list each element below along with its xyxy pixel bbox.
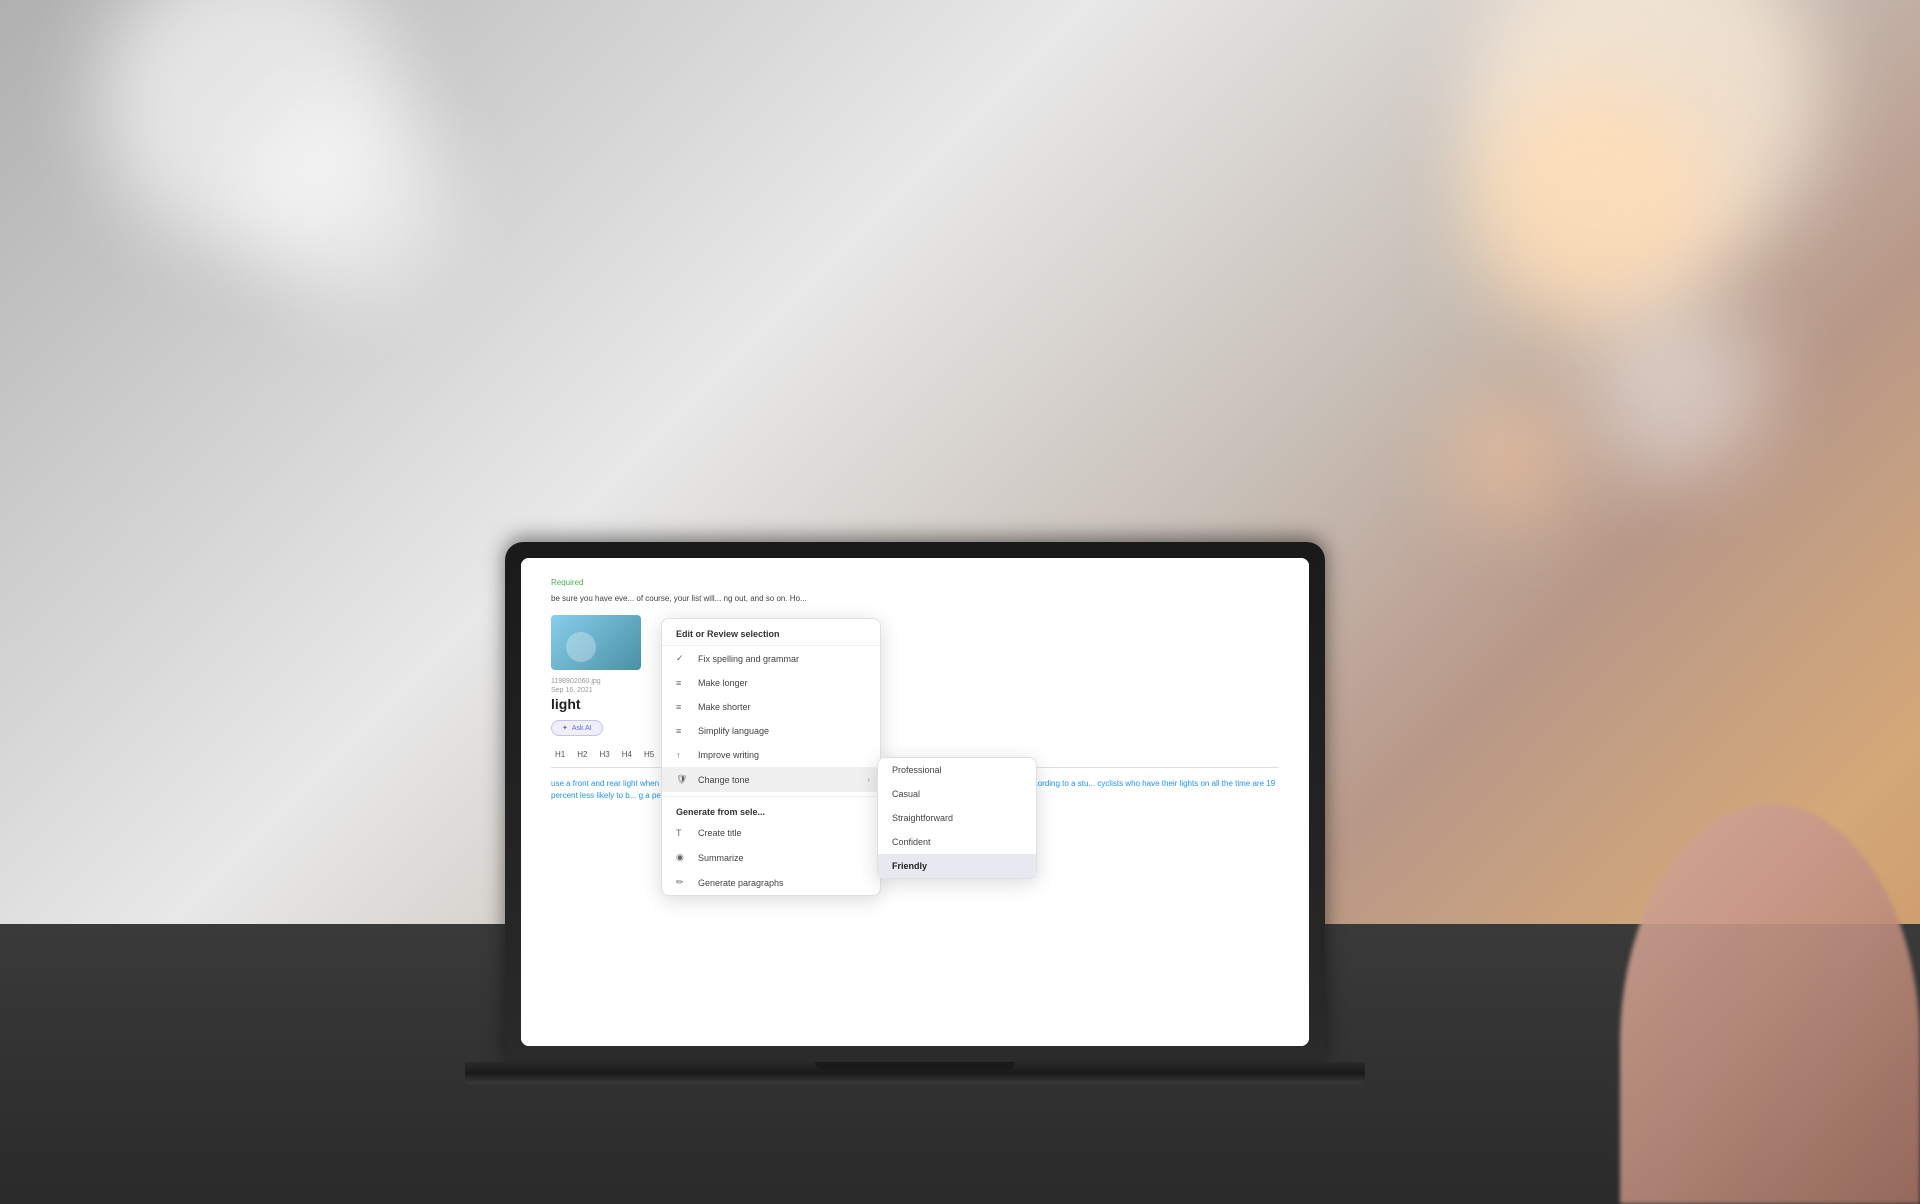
toolbar-h2[interactable]: H2 [573,748,591,761]
tone-submenu: Professional Casual Straightforward Conf… [877,757,1037,879]
menu-item-simplify[interactable]: ≡ Simplify language [662,719,880,743]
tone-casual[interactable]: Casual [878,782,1036,806]
ask-ai-bar[interactable]: ✦ Ask AI [551,720,603,736]
menu-item-change-tone[interactable]: 🛡 Change tone › Professional Casual [662,767,880,792]
tone-casual-label: Casual [892,789,920,799]
improve-icon: ↑ [676,750,690,760]
menu-item-simplify-label: Simplify language [698,726,769,736]
toolbar-h5[interactable]: H5 [640,748,658,761]
menu-item-create-title-label: Create title [698,828,742,838]
chevron-right-icon: › [867,775,870,784]
menu-item-change-tone-label: Change tone [698,775,750,785]
menu-item-make-shorter[interactable]: ≡ Make shorter [662,695,880,719]
laptop-bezel: Required be sure you have eve... of cour… [505,542,1325,1062]
bokeh-blur-6 [1450,400,1570,520]
menu-divider [662,796,880,797]
menu-item-summarize-label: Summarize [698,853,744,863]
tone-friendly[interactable]: Friendly [878,854,1036,878]
laptop-base [465,1062,1365,1084]
content-image [551,615,641,670]
toolbar-h4[interactable]: H4 [618,748,636,761]
simplify-icon: ≡ [676,726,690,736]
menu-item-improve-writing-label: Improve writing [698,750,759,760]
bokeh-blur-4 [1470,80,1720,330]
context-menu-header: Edit or Review selection [662,619,880,646]
tone-straightforward[interactable]: Straightforward [878,806,1036,830]
checkmark-icon: ✓ [676,653,690,664]
lines-icon-longer: ≡ [676,678,690,688]
summarize-icon: ◉ [676,852,690,863]
ask-ai-label: Ask AI [572,725,592,732]
laptop-hinge [815,1062,1015,1070]
shield-icon: 🛡 [676,774,690,785]
laptop-screen: Required be sure you have eve... of cour… [521,558,1309,1046]
ask-ai-icon: ✦ [562,724,568,732]
menu-item-fix-spelling[interactable]: ✓ Fix spelling and grammar [662,646,880,671]
menu-item-make-shorter-label: Make shorter [698,702,751,712]
toolbar-h3[interactable]: H3 [595,748,613,761]
generate-section-header: Generate from sele... [662,801,880,821]
tone-straightforward-label: Straightforward [892,813,953,823]
menu-item-summarize[interactable]: ◉ Summarize [662,845,880,870]
menu-item-make-longer[interactable]: ≡ Make longer [662,671,880,695]
tone-professional-label: Professional [892,765,942,775]
title-icon: T [676,828,690,838]
screen-content: Required be sure you have eve... of cour… [521,558,1309,1046]
menu-item-generate-paragraphs[interactable]: ✏ Generate paragraphs [662,870,880,895]
menu-item-fix-spelling-label: Fix spelling and grammar [698,654,799,664]
toolbar-h1[interactable]: H1 [551,748,569,761]
tone-friendly-label: Friendly [892,861,927,871]
bokeh-blur-5 [1590,300,1770,480]
menu-item-generate-paragraphs-label: Generate paragraphs [698,878,784,888]
tone-confident-label: Confident [892,837,931,847]
lines-icon-shorter: ≡ [676,702,690,712]
menu-item-create-title[interactable]: T Create title [662,821,880,845]
context-menu: Edit or Review selection ✓ Fix spelling … [661,618,881,896]
tone-professional[interactable]: Professional [878,758,1036,782]
editor-paragraph: be sure you have eve... of course, your … [551,593,1279,605]
required-badge: Required [551,578,1279,587]
menu-item-make-longer-label: Make longer [698,678,748,688]
bokeh-blur-2 [250,100,450,300]
laptop: Required be sure you have eve... of cour… [465,542,1365,1084]
menu-item-improve-writing[interactable]: ↑ Improve writing [662,743,880,767]
generate-icon: ✏ [676,877,690,888]
tone-confident[interactable]: Confident [878,830,1036,854]
